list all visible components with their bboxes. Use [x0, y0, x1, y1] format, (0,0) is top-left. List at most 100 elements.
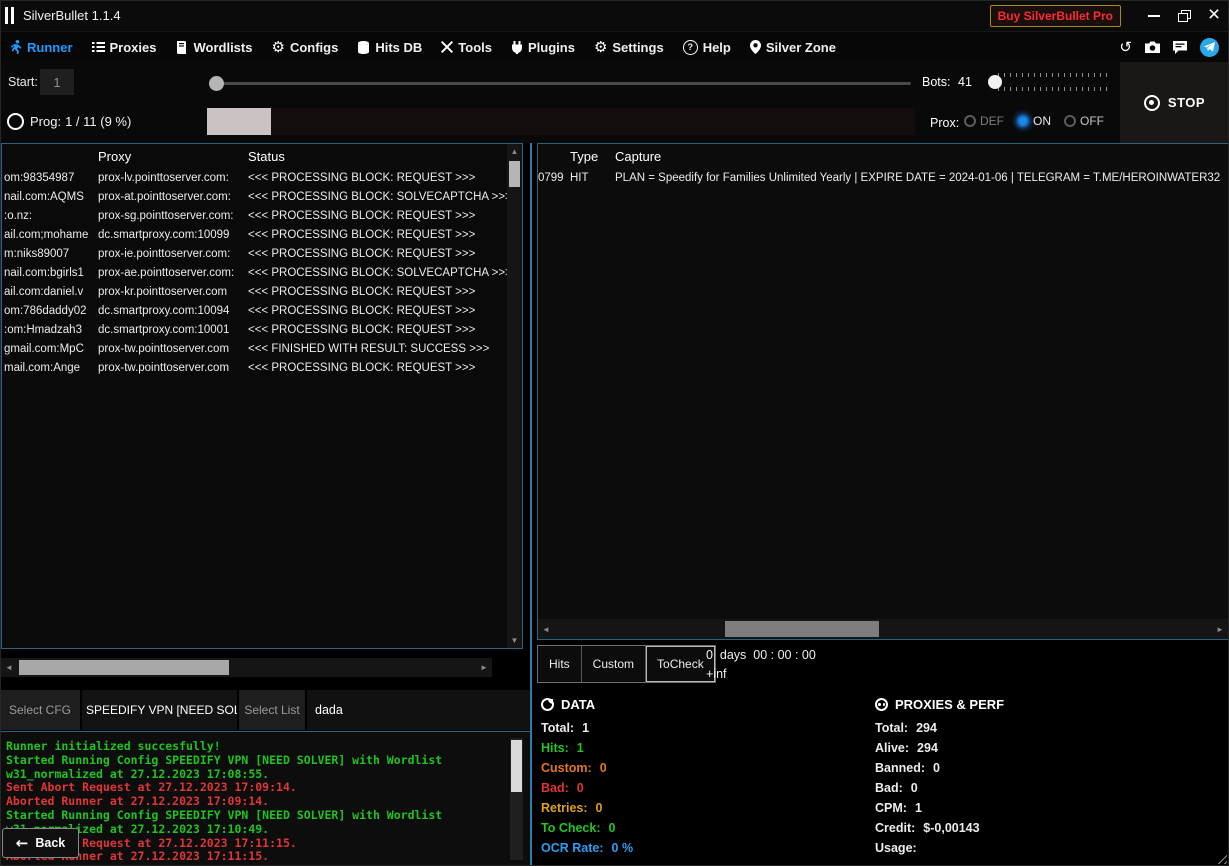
- menu-item-plugins[interactable]: Plugins: [511, 40, 575, 55]
- proxies-perf-icon: [875, 698, 888, 711]
- camera-icon[interactable]: [1145, 41, 1160, 53]
- menu-item-configs[interactable]: ⚙ Configs: [271, 40, 338, 55]
- scroll-up-icon[interactable]: ▲: [507, 144, 522, 159]
- stat-value: 0: [911, 781, 918, 795]
- back-button[interactable]: ← Back: [2, 828, 79, 858]
- telegram-icon[interactable]: [1200, 38, 1219, 57]
- scroll-left-icon[interactable]: ◄: [1, 663, 17, 672]
- table-row[interactable]: om:98354987 prox-lv.pointtoserver.com: <…: [2, 168, 507, 187]
- table-row[interactable]: ail.com;mohame dc.smartproxy.com:10099 <…: [2, 225, 507, 244]
- log-line: Started Running Config SPEEDIFY VPN [NEE…: [6, 754, 504, 768]
- table-row[interactable]: gmail.com:MpC prox-tw.pointtoserver.com …: [2, 339, 507, 358]
- stat-value: 1: [915, 801, 922, 815]
- history-icon[interactable]: ↺: [1119, 40, 1132, 55]
- table-row[interactable]: ail.com:daniel.v prox-kr.pointtoserver.c…: [2, 282, 507, 301]
- table-row[interactable]: nail.com:AQMS prox-at.pointtoserver.com:…: [2, 187, 507, 206]
- scrollbar-thumb[interactable]: [19, 660, 229, 675]
- tab-tocheck[interactable]: ToCheck: [646, 646, 715, 682]
- select-cfg-button[interactable]: Select CFG: [0, 690, 80, 730]
- position-slider-thumb[interactable]: [209, 76, 224, 91]
- scroll-down-icon[interactable]: ▼: [507, 633, 522, 648]
- menu-item-settings[interactable]: ⚙ Settings: [594, 40, 664, 55]
- scroll-right-icon[interactable]: ►: [1212, 625, 1228, 634]
- stat-row: Custom: 0: [541, 758, 633, 778]
- prox-radio-on[interactable]: ON: [1017, 114, 1051, 128]
- stat-label: Retries:: [541, 801, 588, 815]
- results-vertical-scrollbar[interactable]: ▲ ▼: [507, 144, 522, 648]
- proxy-cell: prox-tw.pointtoserver.com: [95, 362, 245, 374]
- chat-icon[interactable]: [1173, 41, 1187, 54]
- configs-gear-icon: ⚙: [271, 40, 284, 55]
- prox-label: Prox:: [930, 116, 959, 130]
- menu-item-proxies[interactable]: Proxies: [92, 40, 157, 55]
- table-row[interactable]: m:niks89007 prox-ie.pointtoserver.com: <…: [2, 244, 507, 263]
- database-icon: [357, 41, 370, 54]
- menu-item-tools[interactable]: Tools: [441, 40, 492, 55]
- menu-item-wordlists[interactable]: Wordlists: [175, 40, 252, 55]
- minimize-button[interactable]: [1139, 0, 1169, 32]
- tab-hits[interactable]: Hits: [538, 646, 582, 682]
- data-cell: nail.com:AQMS: [2, 191, 95, 203]
- proxies-list-icon: [92, 41, 105, 53]
- proxies-perf-header: PROXIES & PERF: [875, 696, 1004, 713]
- capture-row[interactable]: 0799 HIT PLAN = Speedify for Families Un…: [538, 168, 1228, 187]
- window-title: SilverBullet 1.1.4: [23, 8, 121, 23]
- status-cell: <<< PROCESSING BLOCK: REQUEST >>>: [245, 324, 507, 336]
- stat-label: Total:: [541, 721, 574, 735]
- capture-horizontal-scrollbar[interactable]: ◄ ►: [538, 619, 1228, 639]
- maximize-button[interactable]: [1169, 0, 1199, 32]
- stat-value: 1: [582, 721, 589, 735]
- settings-gear-icon: ⚙: [594, 40, 607, 55]
- data-cell: nail.com:bgirls1: [2, 267, 95, 279]
- capture-cell: PLAN = Speedify for Families Unlimited Y…: [615, 172, 1228, 184]
- select-list-button[interactable]: Select List: [239, 690, 305, 730]
- stat-row: To Check: 0: [541, 818, 633, 838]
- stat-label: OCR Rate:: [541, 841, 604, 855]
- proxy-cell: prox-sg.pointtoserver.com:: [95, 210, 245, 222]
- table-row[interactable]: nail.com:bgirls1 prox-ae.pointtoserver.c…: [2, 263, 507, 282]
- log-line: w31_normalized at 27.12.2023 17:08:55.: [6, 768, 504, 782]
- start-input[interactable]: [40, 69, 74, 95]
- table-row[interactable]: :o.nz: prox-sg.pointtoserver.com: <<< PR…: [2, 206, 507, 225]
- scroll-left-icon[interactable]: ◄: [538, 625, 554, 634]
- table-row[interactable]: om:786daddy02 dc.smartproxy.com:10094 <<…: [2, 301, 507, 320]
- log-scrollbar[interactable]: [510, 738, 523, 860]
- table-row[interactable]: mail.com:Ange prox-tw.pointtoserver.com …: [2, 358, 507, 377]
- scroll-right-icon[interactable]: ►: [476, 663, 492, 672]
- results-rows: om:98354987 prox-lv.pointtoserver.com: <…: [2, 168, 507, 648]
- id-cell: 0799: [538, 172, 570, 184]
- stat-row: OCR Rate: 0 %: [541, 838, 633, 858]
- stop-button[interactable]: STOP: [1120, 62, 1229, 143]
- menu-item-silver-zone[interactable]: Silver Zone: [750, 40, 836, 55]
- data-cell: m:niks89007: [2, 248, 95, 260]
- bots-slider-thumb[interactable]: [988, 75, 1002, 89]
- bots-slider[interactable]: [986, 73, 1110, 91]
- position-slider[interactable]: [210, 82, 911, 85]
- stat-label: Usage:: [875, 841, 917, 855]
- log-line: Runner initialized succesfully!: [6, 740, 504, 754]
- stat-row: Total: 294: [875, 718, 1004, 738]
- stat-value: 0: [596, 801, 603, 815]
- plug-icon: [511, 41, 523, 54]
- status-cell: <<< PROCESSING BLOCK: REQUEST >>>: [245, 362, 507, 374]
- tab-custom[interactable]: Custom: [582, 646, 646, 682]
- scrollbar-thumb[interactable]: [509, 161, 520, 187]
- buy-pro-button[interactable]: Buy SilverBullet Pro: [990, 5, 1121, 27]
- radio-icon: [964, 115, 976, 127]
- status-cell: <<< PROCESSING BLOCK: SOLVECAPTCHA >>>: [245, 191, 507, 203]
- stat-row: Retries: 0: [541, 798, 633, 818]
- close-button[interactable]: ×: [1199, 0, 1229, 32]
- menu-item-runner[interactable]: Runner: [10, 40, 73, 55]
- scrollbar-thumb[interactable]: [511, 740, 522, 792]
- menu-item-hits-db[interactable]: Hits DB: [357, 40, 422, 55]
- scrollbar-thumb[interactable]: [725, 621, 879, 637]
- table-row[interactable]: :om:Hmadzah3 dc.smartproxy.com:10001 <<<…: [2, 320, 507, 339]
- data-cell: mail.com:Ange: [2, 362, 95, 374]
- prox-radio-off[interactable]: OFF: [1064, 114, 1104, 128]
- config-name-field[interactable]: SPEEDIFY VPN [NEED SOLVER: [82, 690, 237, 730]
- radio-icon: [1017, 115, 1029, 127]
- wordlist-name-field[interactable]: dada: [307, 690, 530, 730]
- menu-item-help[interactable]: ? Help: [683, 40, 731, 55]
- prox-radio-def[interactable]: DEF: [964, 114, 1004, 128]
- results-horizontal-scrollbar[interactable]: ◄ ►: [1, 658, 492, 677]
